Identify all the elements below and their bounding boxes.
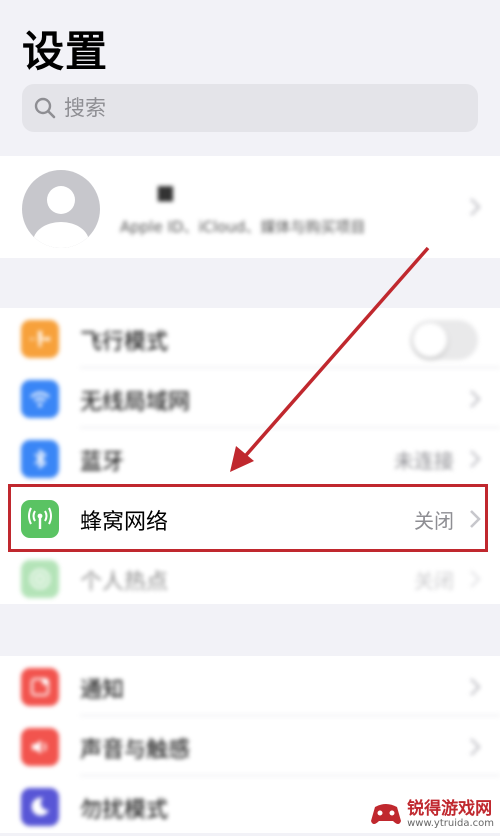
chevron-right-icon <box>470 450 481 468</box>
moon-icon <box>21 788 59 826</box>
settings-row-label: 蓝牙 <box>80 450 125 475</box>
settings-row-bluetooth[interactable]: 蓝牙 未连接 <box>0 428 500 488</box>
settings-row-value: 关闭 <box>414 569 454 593</box>
settings-row-label: 勿扰模式 <box>80 798 169 823</box>
sound-icon <box>21 728 59 766</box>
search-icon <box>34 97 56 119</box>
settings-row-label: 无线局域网 <box>80 390 191 415</box>
settings-row-value: 未连接 <box>394 449 454 473</box>
page-title: 设置 <box>22 27 109 76</box>
chevron-right-icon <box>470 570 481 588</box>
connectivity-group: 飞行模式 无线局域网 蓝牙 未连接 蜂窝网络 关闭 个人热点 关闭 <box>0 308 500 604</box>
watermark: 锐得游戏网 www.ytruida.com <box>369 799 494 829</box>
settings-row-label: 飞行模式 <box>80 330 169 355</box>
watermark-title: 锐得游戏网 <box>407 798 493 819</box>
profile-subtitle: Apple ID、iCloud、媒体与购买项目 <box>120 218 366 236</box>
settings-row-hotspot[interactable]: 个人热点 关闭 <box>0 548 500 608</box>
settings-row-label: 个人热点 <box>80 570 169 595</box>
profile-name: ■ <box>156 180 175 204</box>
airplane-icon <box>21 320 59 358</box>
wifi-icon <box>21 380 59 418</box>
settings-row-airplane[interactable]: 飞行模式 <box>0 308 500 368</box>
watermark-url: www.ytruida.com <box>407 817 494 829</box>
person-icon <box>33 186 89 248</box>
chevron-right-icon <box>470 678 481 696</box>
search-input[interactable] <box>62 95 446 121</box>
hotspot-icon <box>21 560 59 598</box>
gamepad-icon <box>371 804 402 824</box>
settings-row-notifications[interactable]: 通知 <box>0 656 500 716</box>
chevron-right-icon <box>470 390 481 408</box>
airplane-toggle[interactable] <box>410 320 478 360</box>
settings-row-label: 通知 <box>80 678 125 703</box>
chevron-right-icon <box>470 198 481 216</box>
avatar <box>22 170 100 248</box>
chevron-right-icon <box>470 738 481 756</box>
settings-row-sounds[interactable]: 声音与触感 <box>0 716 500 776</box>
highlight-box <box>8 484 488 552</box>
settings-row-wifi[interactable]: 无线局域网 <box>0 368 500 428</box>
settings-row-label: 声音与触感 <box>80 738 191 763</box>
apple-id-row[interactable]: ■ Apple ID、iCloud、媒体与购买项目 <box>0 156 500 258</box>
bluetooth-icon <box>21 440 59 478</box>
search-bar[interactable] <box>22 84 478 132</box>
notification-icon <box>21 668 59 706</box>
